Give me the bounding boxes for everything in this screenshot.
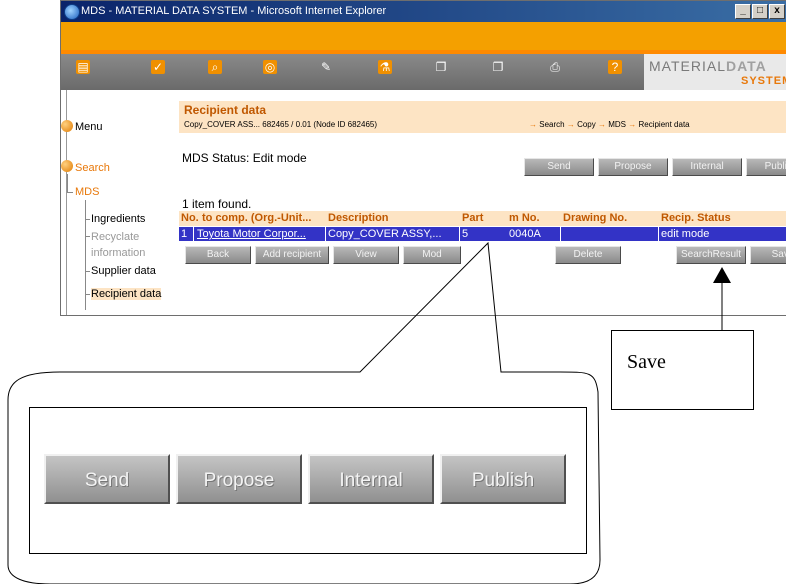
zoom-publish-button: Publish <box>440 454 566 504</box>
zoom-propose-button: Propose <box>176 454 302 504</box>
save-callout-label: Save <box>627 351 666 373</box>
zoom-send-button: Send <box>44 454 170 504</box>
arrow-head-icon <box>713 267 731 283</box>
zoom-internal-button: Internal <box>308 454 434 504</box>
